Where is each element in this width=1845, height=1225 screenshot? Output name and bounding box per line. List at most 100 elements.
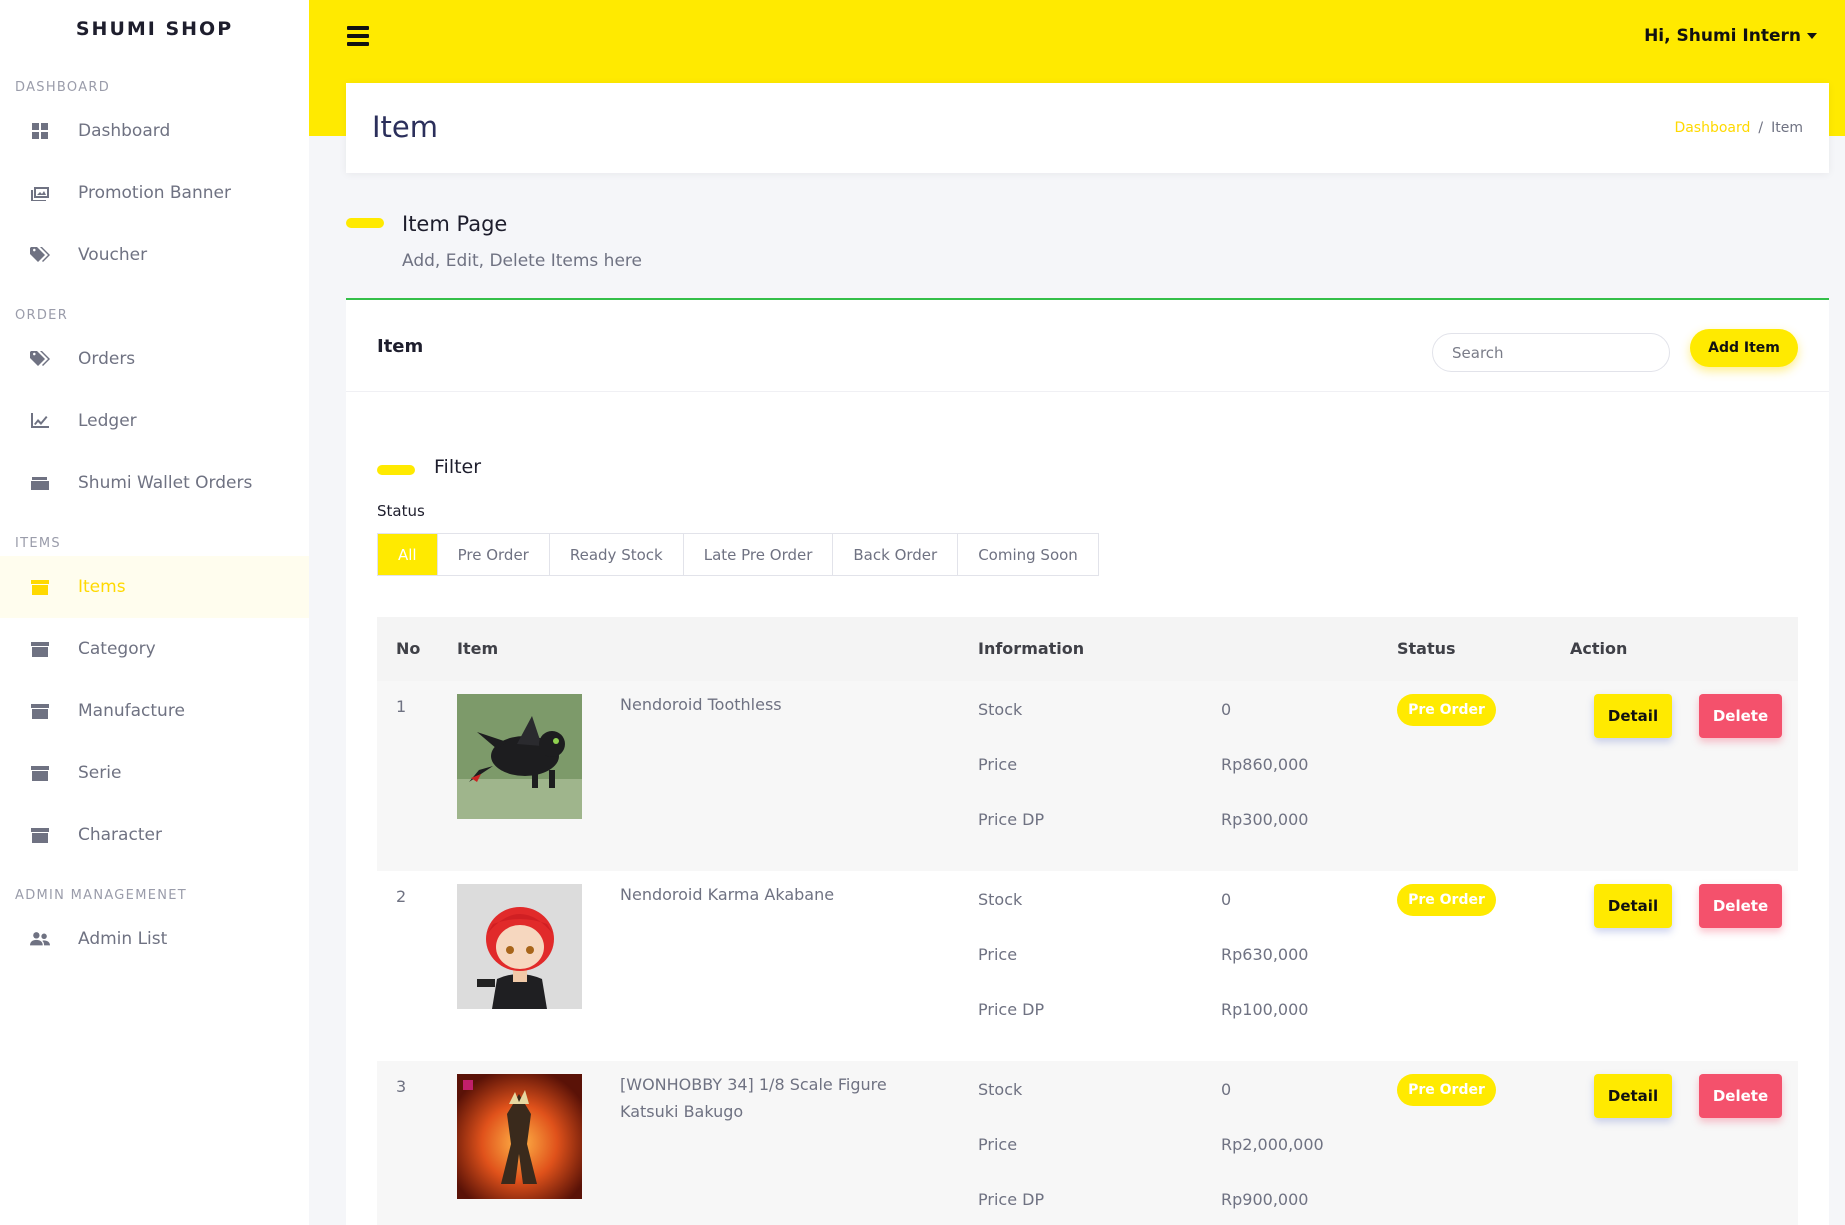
item-name: Nendoroid Karma Akabane [620, 885, 835, 904]
status-filter-pre-order[interactable]: Pre Order [437, 534, 550, 575]
item-name-line-1: [WONHOBBY 34] 1/8 Scale Figure [620, 1075, 887, 1094]
sidebar-item-label: Character [78, 825, 162, 845]
archive-icon [30, 577, 50, 597]
filter-accent-pill [377, 465, 415, 475]
delete-button[interactable]: Delete [1699, 884, 1782, 928]
sidebar-item-label: Admin List [78, 929, 168, 949]
detail-button[interactable]: Detail [1594, 694, 1672, 738]
sidebar-item-label: Dashboard [78, 121, 171, 141]
user-menu-dropdown[interactable]: Hi, Shumi Intern [1644, 26, 1817, 46]
page-title-card: Item Dashboard / Item [346, 83, 1829, 173]
item-thumbnail [457, 694, 582, 819]
sidebar-item-label: Manufacture [78, 701, 185, 721]
status-filter-label: Status [377, 502, 425, 520]
wallet-icon [30, 473, 50, 493]
delete-button[interactable]: Delete [1699, 1074, 1782, 1118]
add-item-button[interactable]: Add Item [1690, 329, 1798, 367]
sidebar-item-label: Items [78, 577, 126, 597]
info-label-price: Price [978, 945, 1018, 964]
column-header-item: Item [457, 639, 499, 658]
users-icon [30, 929, 50, 949]
image-icon [30, 183, 50, 203]
grid-icon [30, 121, 50, 141]
sidebar-item-label: Orders [78, 349, 136, 369]
info-value-price: Rp630,000 [1221, 945, 1309, 964]
archive-icon [30, 825, 50, 845]
sidebar-item-dashboard[interactable]: Dashboard [0, 100, 309, 162]
row-number: 2 [396, 887, 407, 906]
sidebar-item-items[interactable]: Items [0, 556, 309, 618]
breadcrumb-separator: / [1758, 120, 1764, 136]
sidebar-item-admin-list[interactable]: Admin List [0, 908, 309, 970]
status-badge: Pre Order [1397, 694, 1496, 726]
card-title: Item [377, 336, 424, 357]
table-row: 3 [WONHOBBY 34] 1/8 Scale Figure Katsuki… [377, 1061, 1798, 1225]
status-filter-late-pre-order[interactable]: Late Pre Order [683, 534, 834, 575]
table-header: No Item Information Status Action [377, 617, 1798, 681]
page-title: Item [372, 110, 439, 144]
brand-logo-text[interactable]: SHUMI SHOP [0, 0, 309, 58]
status-filter-all[interactable]: All [378, 534, 438, 575]
info-value-price-dp: Rp300,000 [1221, 810, 1309, 829]
caret-down-icon [1807, 33, 1817, 39]
sidebar-item-label: Shumi Wallet Orders [78, 473, 253, 493]
tags-icon [30, 349, 50, 369]
card-header: Item Add Item [346, 300, 1829, 392]
section-subtitle: Add, Edit, Delete Items here [402, 251, 642, 271]
sidebar-item-label: Category [78, 639, 156, 659]
status-badge: Pre Order [1397, 884, 1496, 916]
archive-icon [30, 701, 50, 721]
items-table: No Item Information Status Action 1 Nend… [377, 617, 1798, 1225]
info-value-price-dp: Rp100,000 [1221, 1000, 1309, 1019]
archive-icon [30, 763, 50, 783]
sidebar-section-items: ITEMS [15, 536, 61, 551]
item-list-card: Item Add Item Filter Status All Pre Orde… [346, 298, 1829, 1225]
hamburger-menu-icon[interactable] [347, 26, 369, 46]
column-header-action: Action [1570, 639, 1628, 658]
sidebar-item-voucher[interactable]: Voucher [0, 224, 309, 286]
status-filter-group: All Pre Order Ready Stock Late Pre Order… [377, 533, 1099, 576]
info-value-price-dp: Rp900,000 [1221, 1190, 1309, 1209]
sidebar-item-shumi-wallet-orders[interactable]: Shumi Wallet Orders [0, 452, 309, 514]
info-label-stock: Stock [978, 890, 1023, 909]
sidebar-item-promotion-banner[interactable]: Promotion Banner [0, 162, 309, 224]
sidebar-item-category[interactable]: Category [0, 618, 309, 680]
item-name-line-2: Katsuki Bakugo [620, 1102, 744, 1121]
column-header-information: Information [978, 639, 1085, 658]
sidebar-item-character[interactable]: Character [0, 804, 309, 866]
sidebar-item-orders[interactable]: Orders [0, 328, 309, 390]
sidebar-section-dashboard: DASHBOARD [15, 80, 111, 95]
chart-line-icon [30, 411, 50, 431]
delete-button[interactable]: Delete [1699, 694, 1782, 738]
item-thumbnail [457, 1074, 582, 1199]
archive-icon [30, 639, 50, 659]
row-number: 1 [396, 697, 407, 716]
detail-button[interactable]: Detail [1594, 884, 1672, 928]
info-label-price-dp: Price DP [978, 1190, 1045, 1209]
breadcrumb-home-link[interactable]: Dashboard [1674, 120, 1750, 136]
info-value-price: Rp2,000,000 [1221, 1135, 1324, 1154]
detail-button[interactable]: Detail [1594, 1074, 1672, 1118]
status-filter-ready-stock[interactable]: Ready Stock [549, 534, 684, 575]
sidebar-section-order: ORDER [15, 308, 69, 323]
status-filter-coming-soon[interactable]: Coming Soon [958, 534, 1098, 575]
sidebar-item-label: Ledger [78, 411, 137, 431]
status-filter-back-order[interactable]: Back Order [833, 534, 959, 575]
search-input[interactable] [1432, 333, 1670, 372]
tags-icon [30, 245, 50, 265]
user-greeting: Hi, Shumi Intern [1644, 26, 1801, 46]
sidebar-item-ledger[interactable]: Ledger [0, 390, 309, 452]
row-number: 3 [396, 1077, 407, 1096]
info-label-price-dp: Price DP [978, 810, 1045, 829]
sidebar-item-manufacture[interactable]: Manufacture [0, 680, 309, 742]
section-title: Item Page [402, 212, 508, 236]
section-accent-pill [346, 218, 384, 228]
sidebar-item-serie[interactable]: Serie [0, 742, 309, 804]
top-header [309, 0, 1845, 83]
info-value-stock: 0 [1221, 700, 1232, 719]
status-badge: Pre Order [1397, 1074, 1496, 1106]
column-header-status: Status [1397, 639, 1456, 658]
item-name: Nendoroid Toothless [620, 695, 782, 714]
sidebar-item-label: Voucher [78, 245, 148, 265]
info-label-price-dp: Price DP [978, 1000, 1045, 1019]
